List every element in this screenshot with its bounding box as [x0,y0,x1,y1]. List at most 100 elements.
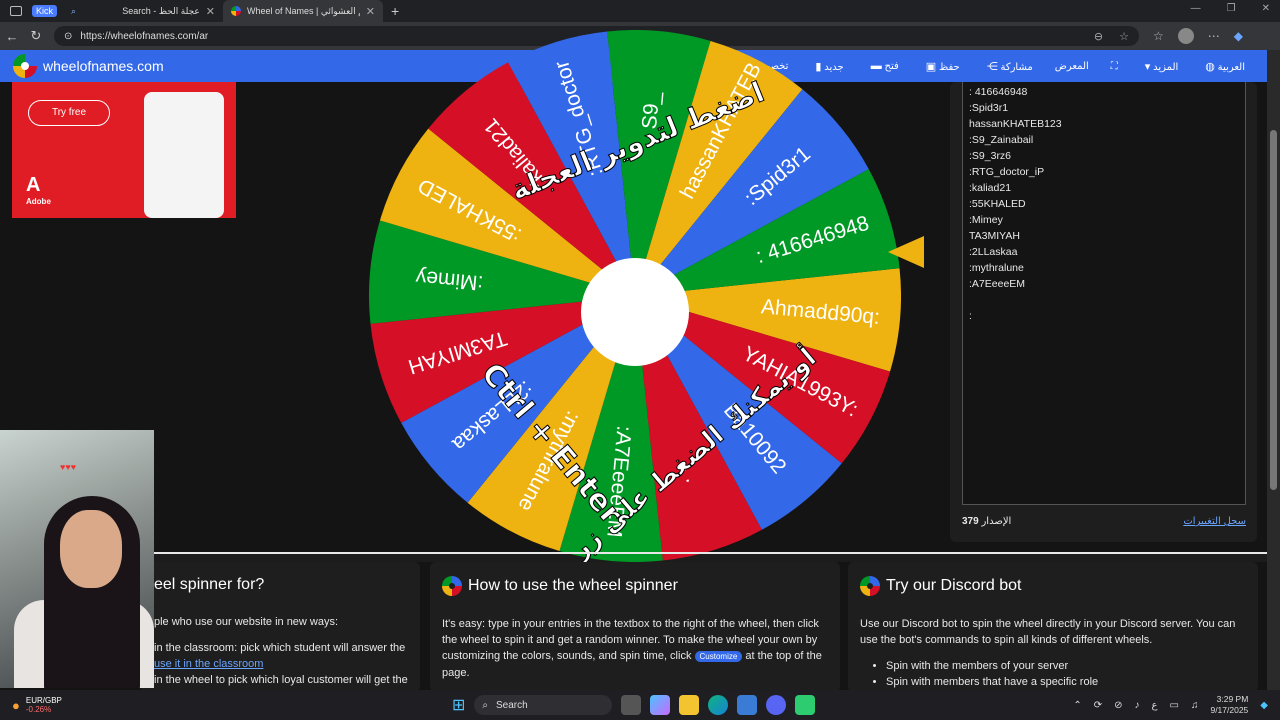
close-tab-icon[interactable]: ✕ [206,5,215,18]
wheel-logo-icon [860,576,880,596]
wheel-center-hub[interactable] [581,258,689,366]
try-free-button[interactable]: Try free [28,100,110,126]
entry-line: :Mimey [969,214,1003,226]
globe-icon: ◍ [1205,60,1215,73]
network-icon[interactable]: ⊘ [1114,700,1122,711]
webcam-overlay: ♥♥♥ [0,430,154,688]
entry-line: :mythralune [969,262,1024,274]
minimize-icon[interactable]: — [1191,3,1201,14]
menu-more[interactable]: ▾ المزيد [1140,60,1178,73]
entry-line: : [969,310,972,322]
menu-language[interactable]: ◍ العربية [1200,60,1245,73]
stock-icon: ● [12,697,20,713]
taskbar-center: ⊞ ⌕ Search [452,695,816,715]
restore-icon[interactable]: ❐ [1227,3,1236,14]
profile-avatar[interactable] [1177,28,1194,44]
site-name[interactable]: wheelofnames.com [43,58,164,74]
stock-widget[interactable]: ● EUR/GBP -0.26% [12,696,62,714]
wheel-pointer-icon [888,236,924,268]
windows-taskbar: ● EUR/GBP -0.26% ⊞ ⌕ Search ⌃ ⟳ ⊘ ♪ ع ▭ … [0,690,1280,720]
notifications-icon[interactable]: ◆ [1260,700,1268,711]
volume-icon[interactable]: ♫ [1191,700,1199,711]
store-icon[interactable] [737,695,758,715]
ticker-change: -0.26% [25,705,52,714]
app-icon[interactable] [795,695,816,715]
panel-footer: 379 الإصدار سجل التغييرات [962,516,1246,527]
more-icon[interactable]: ⋯ [1208,29,1220,43]
display-icon[interactable]: ▭ [1170,700,1179,711]
copilot-icon[interactable]: ◆ [1234,29,1243,43]
ticker-label: EUR/GBP [25,696,62,705]
windows-start-icon[interactable]: ⊞ [452,695,465,715]
sync-icon[interactable]: ⟳ [1094,700,1102,711]
card-text: in the wheel to pick which loyal custome… [154,674,408,686]
entry-line: :Spid3r1 [969,102,1009,114]
entry-line: :55KHALED [969,198,1026,210]
menu-save[interactable]: ▣ حفظ [921,60,960,73]
clock[interactable]: 3:29 PM 9/17/2025 [1210,694,1248,716]
customize-pill[interactable]: Customize [694,651,743,662]
main-area: Try free A Adobe Ahmadd90q: YAHIA1993Y: Ba1… [0,30,1267,562]
list-item: Spin with the members of your server [886,658,1246,674]
version: 379 الإصدار [962,516,1012,527]
close-window-icon[interactable]: ✕ [1262,3,1270,14]
save-icon: ▣ [925,60,937,73]
info-cards: eel spinner for? ple who use our website… [0,562,1267,692]
card-discord-bot: Try our Discord bot Use our Discord bot … [848,562,1258,692]
changelog-link[interactable]: سجل التغييرات [1183,516,1246,527]
copilot-icon[interactable] [650,695,671,715]
list-item: Spin with members that have a specific r… [886,674,1246,690]
card-text: Use our Discord bot to spin the wheel di… [860,618,1236,646]
tab-search[interactable]: ⌕ Search - عجلة الحظ ✕ [63,0,223,22]
card-text: in the classroom: pick which student wil… [154,642,406,654]
tab-actions-icon[interactable] [10,6,22,16]
fullscreen-icon[interactable]: ⛶ [1111,61,1118,72]
file-explorer-icon[interactable] [679,695,700,715]
favorites-icon[interactable]: ☆ [1153,29,1164,43]
card-list: Spin with the members of your server Spi… [886,658,1246,690]
adobe-logo: A Adobe [26,174,51,206]
entries-textbox[interactable]: : 416646948:Spid3r1 hassanKHATEB123:S9_Za… [962,82,1246,505]
tab-title: Search - عجلة الحظ [122,5,200,16]
tab-title: Wheel of Names | الاسم العشوائي [247,5,360,16]
search-icon: ⌕ [482,699,489,711]
kick-tab-badge[interactable]: Kick [32,5,58,17]
tab-wheel-of-names[interactable]: Wheel of Names | الاسم العشوائي ✕ [223,0,384,22]
entry-line: :S9_Zainabail [969,134,1034,146]
entry-line: :S9_3rz6 [969,150,1012,162]
menu-share[interactable]: ⋲ مشاركة [982,60,1033,73]
entry-line: TA3MIYAH [969,230,1020,242]
entry-line [969,292,1239,308]
new-tab-icon[interactable]: + [391,3,399,19]
card-title: eel spinner for? [154,576,265,593]
classroom-link[interactable]: use it in the classroom [154,658,263,670]
card-text: It's easy: type in your entries in the t… [442,618,822,679]
block-icon[interactable]: ⊖ [1094,30,1103,43]
language-indicator[interactable]: ع [1152,700,1158,711]
entry-line: :2LLaskaa [969,246,1018,258]
edge-icon[interactable] [708,695,729,715]
search-label: Search [496,699,528,711]
entry-line: :A7EeeeEM [969,278,1026,290]
taskbar-search[interactable]: ⌕ Search [474,695,613,715]
spinner-wheel[interactable]: Ahmadd90q:YAHIA1993Y:Ba10092. .:A7EeeeEM… [369,30,901,562]
mic-icon[interactable]: ♪ [1135,700,1140,711]
chevron-up-icon[interactable]: ⌃ [1073,700,1081,711]
ad-document-image [144,92,224,218]
discord-icon[interactable] [766,695,787,715]
adobe-ad[interactable]: Try free A Adobe [12,82,236,218]
scrollbar-thumb[interactable] [1270,130,1277,490]
entry-line: :RTG_doctor_iP [969,166,1045,178]
window-controls: — ❐ ✕ [1191,3,1270,14]
page-scrollbar[interactable] [1267,50,1280,690]
menu-gallery[interactable]: المعرض [1055,61,1089,72]
wheel-logo-icon[interactable] [13,54,37,78]
reload-icon[interactable]: ↻ [24,28,48,44]
back-icon[interactable]: ← [0,29,24,44]
entry-line: hassanKHATEB123 [969,118,1062,130]
close-tab-icon[interactable]: ✕ [366,5,375,18]
favorite-star-icon[interactable]: ☆ [1119,30,1129,43]
task-view-icon[interactable] [621,695,642,715]
site-info-icon[interactable]: ⊙ [64,31,72,42]
card-text: ple who use our website in new ways: [154,616,339,628]
